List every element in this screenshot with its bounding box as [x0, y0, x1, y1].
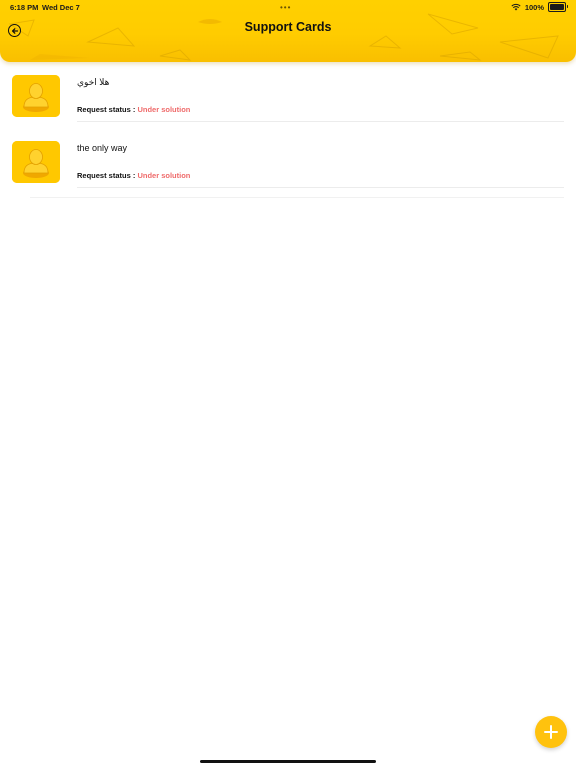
list-end-divider — [30, 197, 564, 198]
status-date: Wed Dec 7 — [42, 3, 80, 12]
home-indicator[interactable] — [200, 760, 376, 763]
divider — [77, 121, 564, 122]
user-avatar — [12, 141, 60, 183]
divider — [77, 187, 564, 188]
support-card[interactable]: هلا اخوي Request status : Under solution — [0, 62, 576, 128]
multitasking-dots[interactable]: ••• — [280, 3, 291, 12]
plus-icon — [544, 725, 558, 739]
wifi-icon — [511, 3, 521, 11]
request-status-value: Under solution — [137, 105, 191, 114]
support-card[interactable]: the only way Request status : Under solu… — [0, 128, 576, 194]
status-bar: 6:18 PM Wed Dec 7 ••• 100% — [0, 0, 576, 14]
status-time: 6:18 PM — [10, 3, 39, 12]
app-header: 6:18 PM Wed Dec 7 ••• 100% Support Cards — [0, 0, 576, 62]
battery-fill — [550, 4, 564, 10]
request-status-label: Request status : — [77, 171, 136, 180]
request-status-label: Request status : — [77, 105, 136, 114]
add-support-card-button[interactable] — [535, 716, 567, 748]
page-title: Support Cards — [244, 20, 332, 34]
request-status: Request status : Under solution — [77, 171, 190, 180]
status-indicators: 100% — [511, 2, 568, 12]
request-status: Request status : Under solution — [77, 105, 190, 114]
card-title: هلا اخوي — [77, 77, 110, 87]
user-avatar — [12, 75, 60, 117]
user-icon — [12, 141, 60, 183]
battery-icon — [548, 2, 568, 12]
support-card-list: هلا اخوي Request status : Under solution… — [0, 62, 576, 198]
battery-percent: 100% — [524, 2, 544, 12]
card-title: the only way — [77, 143, 128, 153]
request-status-value: Under solution — [137, 171, 191, 180]
user-icon — [12, 75, 60, 117]
